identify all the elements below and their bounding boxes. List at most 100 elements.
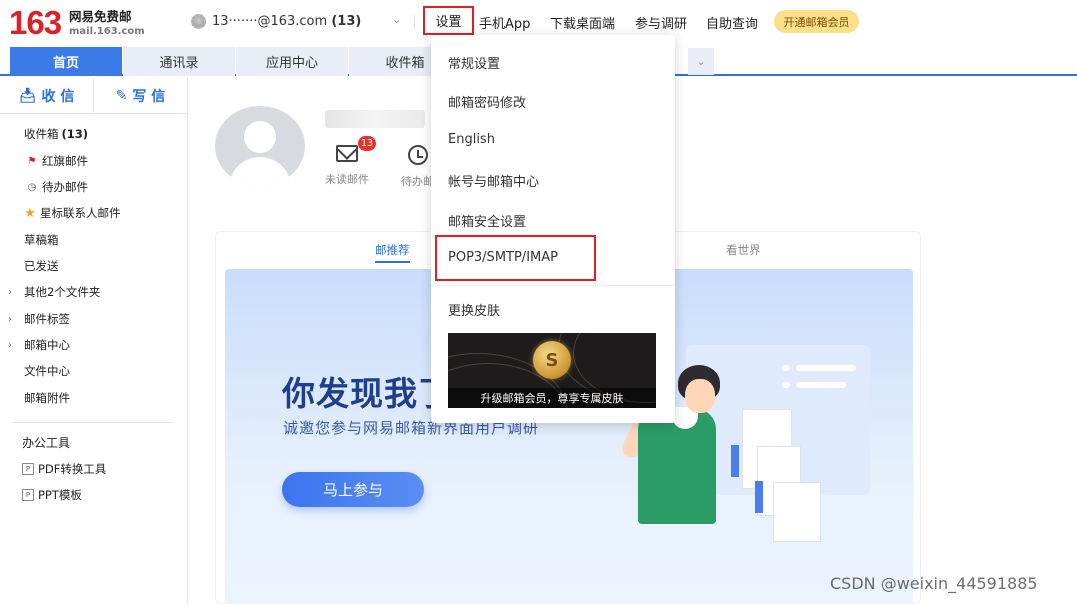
todo-mail-stat[interactable]: 待办邮 (401, 145, 434, 189)
tab-world[interactable]: 看世界 (726, 242, 761, 258)
sidebar-item-label: 星标联系人邮件 (40, 206, 121, 220)
account-avatar-icon[interactable] (191, 14, 206, 29)
board-line (796, 382, 846, 388)
account-email: 13·······@163.com (212, 14, 328, 29)
chevron-down-icon[interactable]: ⌄ (392, 13, 401, 26)
tab-app-center[interactable]: 应用中心 (236, 47, 348, 76)
sidebar-item-label: 红旗邮件 (42, 154, 88, 168)
download-desktop-link[interactable]: 下载桌面端 (550, 13, 615, 32)
sidebar-item-label: 草稿箱 (24, 233, 59, 247)
settings-label: 设置 (435, 15, 462, 30)
sidebar-item-attachments[interactable]: 邮箱附件 (0, 385, 187, 411)
write-label: 写 信 (132, 88, 166, 105)
todo-label: 待办邮 (401, 175, 434, 188)
profile-avatar[interactable] (215, 106, 305, 186)
sidebar-item-label: 邮箱中心 (24, 338, 70, 352)
sidebar-item-label: 收件箱 (24, 127, 59, 141)
board-line (796, 365, 856, 371)
sidebar-item-label: 邮件标签 (24, 312, 70, 326)
chevron-right-icon: › (8, 339, 12, 351)
chevron-right-icon: › (8, 286, 12, 298)
menu-item-pop3-smtp-imap[interactable]: POP3/SMTP/IMAP (448, 250, 558, 265)
sidebar-item-file-center[interactable]: 文件中心 (0, 358, 187, 384)
star-icon: ★ (24, 205, 36, 221)
board-dot (782, 382, 790, 388)
sidebar-item-sent[interactable]: 已发送 (0, 253, 187, 279)
profile-name-redacted (325, 110, 425, 128)
paper-stripe (755, 481, 763, 513)
sidebar-item-label: PDF转换工具 (38, 462, 107, 476)
menu-item-change-skin[interactable]: 更换皮肤 (448, 300, 500, 319)
sidebar-item-todo[interactable]: ◷ 待办邮件 (0, 174, 187, 200)
girl-face-illustration (685, 379, 715, 413)
survey-link[interactable]: 参与调研 (635, 13, 687, 32)
sidebar-item-label: 文件中心 (24, 364, 70, 378)
menu-item-general-settings[interactable]: 常规设置 (448, 53, 500, 72)
inbox-count: (13) (61, 127, 89, 141)
receive-label: 收 信 (41, 88, 75, 105)
mail-page: 163 网易免费邮 mail.163.com 13·······@163.com… (0, 0, 1077, 604)
vip-coin-icon: S (533, 341, 571, 379)
ppt-file-icon: P (22, 489, 34, 501)
banner-title: 你发现我了 (282, 374, 452, 413)
sidebar: 📥︎ 收 信 ✎ 写 信 收件箱 (13) ⚑ 红旗邮件 ◷ 待办邮件 ★ 星标… (0, 78, 188, 604)
divider (12, 422, 174, 423)
clock-icon: ◷ (27, 181, 37, 193)
mobile-app-link[interactable]: 手机App (479, 13, 530, 32)
tab-contacts[interactable]: 通讯录 (123, 47, 235, 76)
account-switcher[interactable]: 13·······@163.com (13) (212, 14, 361, 29)
flag-icon: ⚑ (27, 155, 37, 167)
unread-mail-stat[interactable]: 13 未读邮件 (325, 136, 376, 187)
skin-promo-caption: 升级邮箱会员，尊享专属皮肤 (448, 388, 656, 408)
sidebar-item-tags[interactable]: › 邮件标签 (0, 306, 187, 332)
board-dot (782, 365, 790, 371)
tab-overflow-chevron-icon[interactable]: ⌄ (688, 48, 714, 75)
settings-dropdown: 常规设置 邮箱密码修改 English 帐号与邮箱中心 邮箱安全设置 POP3/… (431, 35, 675, 423)
sidebar-item-label: 其他2个文件夹 (24, 285, 101, 299)
settings-menu-button[interactable]: 设置 (423, 6, 474, 35)
pdf-file-icon: P (22, 463, 34, 475)
paper-stripe (731, 445, 739, 477)
unread-label: 未读邮件 (325, 173, 369, 186)
pencil-icon: ✎ (115, 87, 128, 104)
sidebar-item-mail-center[interactable]: › 邮箱中心 (0, 332, 187, 358)
sidebar-item-pdf-tool[interactable]: P PDF转换工具 (0, 456, 187, 482)
receive-mail-button[interactable]: 📥︎ 收 信 (0, 78, 93, 113)
sidebar-item-label: 已发送 (24, 259, 59, 273)
menu-item-english[interactable]: English (448, 132, 495, 147)
vip-skin-promo[interactable]: S 升级邮箱会员，尊享专属皮肤 (448, 333, 656, 408)
sidebar-item-label: PPT模板 (38, 488, 82, 502)
menu-item-security-settings[interactable]: 邮箱安全设置 (448, 211, 526, 230)
envelope-icon: 13 (336, 136, 376, 162)
menu-item-change-password[interactable]: 邮箱密码修改 (448, 92, 526, 111)
clock-icon (407, 145, 428, 165)
compose-row: 📥︎ 收 信 ✎ 写 信 (0, 78, 187, 114)
join-survey-button[interactable]: 马上参与 (282, 472, 424, 507)
sidebar-item-ppt-template[interactable]: P PPT模板 (0, 482, 187, 508)
logo-number[interactable]: 163 (9, 4, 62, 42)
open-vip-button[interactable]: 开通邮箱会员 (774, 10, 859, 33)
sidebar-item-drafts[interactable]: 草稿箱 (0, 227, 187, 253)
office-tools-title: 办公工具 (22, 435, 71, 450)
tab-home[interactable]: 首页 (10, 47, 122, 76)
chevron-right-icon: › (8, 313, 12, 325)
logo-name: 网易免费邮 (69, 9, 132, 24)
sidebar-item-starred[interactable]: ★ 星标联系人邮件 (0, 200, 187, 226)
sidebar-item-flagged[interactable]: ⚑ 红旗邮件 (0, 148, 187, 174)
divider (431, 285, 675, 286)
avatar-body-shape (229, 157, 291, 186)
sidebar-item-label: 待办邮件 (42, 180, 88, 194)
divider (414, 15, 415, 29)
avatar-head-shape (244, 121, 276, 153)
paper-illustration (773, 482, 821, 542)
sidebar-item-other-folders[interactable]: › 其他2个文件夹 (0, 279, 187, 305)
account-unread-count: (13) (331, 14, 362, 29)
menu-item-account-center[interactable]: 帐号与邮箱中心 (448, 171, 539, 190)
inbox-tray-icon: 📥︎ (18, 87, 37, 104)
watermark: CSDN @weixin_44591885 (830, 574, 1038, 593)
sidebar-item-inbox[interactable]: 收件箱 (13) (0, 121, 187, 147)
write-mail-button[interactable]: ✎ 写 信 (93, 78, 187, 113)
self-service-link[interactable]: 自助查询 (706, 13, 758, 32)
logo-domain: mail.163.com (69, 26, 145, 37)
tab-mail-recommend[interactable]: 邮推荐 (375, 242, 410, 263)
